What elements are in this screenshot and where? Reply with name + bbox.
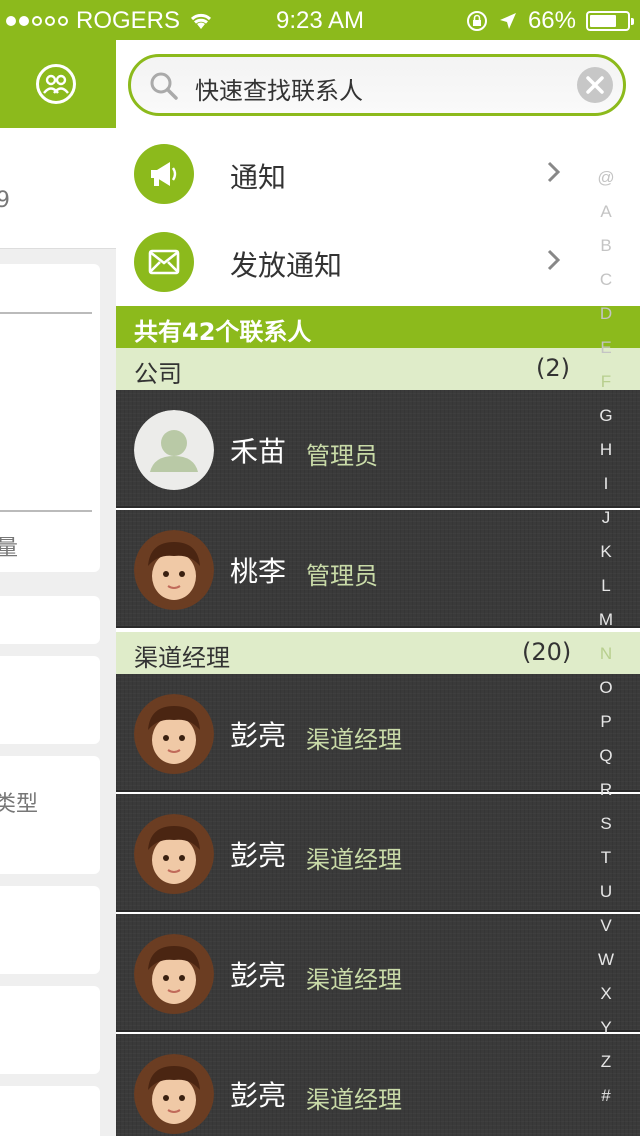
left-summary-card: 9 [0, 128, 116, 249]
battery-percent: 66% [527, 7, 576, 34]
contact-role: 渠道经理 [306, 726, 402, 754]
contacts-drawer: 快速查找联系人 通知 发放通知 共有42个联系人 公司 (2) 禾苗 管理员 桃… [116, 40, 640, 1136]
left-card [0, 656, 100, 744]
alphabet-index-letter[interactable]: K [590, 542, 622, 562]
megaphone-icon [134, 144, 194, 204]
divider [0, 510, 92, 512]
alphabet-index-letter[interactable]: J [590, 508, 622, 528]
default-avatar [134, 410, 214, 490]
alphabet-index-letter[interactable]: M [590, 610, 622, 630]
photo-avatar [134, 934, 214, 1014]
alphabet-index-letter[interactable]: F [590, 372, 622, 392]
search-icon [150, 72, 178, 100]
search-input[interactable]: 快速查找联系人 [128, 54, 626, 116]
left-text-type: 类型 [0, 792, 39, 817]
alphabet-index-letter[interactable]: B [590, 236, 622, 256]
contact-name: 桃李 [230, 555, 287, 588]
alphabet-index-letter[interactable]: X [590, 984, 622, 1004]
clear-search-icon[interactable] [577, 67, 613, 103]
alphabet-index-letter[interactable]: U [590, 882, 622, 902]
rotation-lock-icon [466, 11, 487, 31]
contact-role: 管理员 [306, 442, 378, 470]
alphabet-index-letter[interactable]: E [590, 338, 622, 358]
contact-row[interactable]: 彭亮 渠道经理 [116, 1034, 640, 1136]
divider [0, 312, 92, 314]
group-header-channel-manager[interactable]: 渠道经理 (20) [116, 632, 640, 675]
group-name: 渠道经理 [134, 644, 230, 672]
photo-avatar [134, 530, 214, 610]
alphabet-index-letter[interactable]: N [590, 644, 622, 664]
contacts-count-label: 共有42个联系人 [134, 318, 312, 346]
alphabet-index-letter[interactable]: G [590, 406, 622, 426]
contact-name: 彭亮 [230, 719, 287, 752]
alphabet-index-letter[interactable]: # [590, 1086, 622, 1106]
left-card: 类型 [0, 756, 100, 874]
contact-name: 彭亮 [230, 839, 287, 872]
left-text-quantity: 量 [0, 536, 19, 561]
group-count: (2) [536, 354, 570, 382]
contact-role: 渠道经理 [306, 1086, 402, 1114]
battery-icon [586, 11, 634, 31]
chevron-right-icon [547, 161, 561, 183]
left-text-number: 9 [0, 188, 10, 213]
photo-avatar [134, 814, 214, 894]
alphabet-index-letter[interactable]: @ [590, 168, 622, 188]
alphabet-index-letter[interactable]: O [590, 678, 622, 698]
alphabet-index-letter[interactable]: Q [590, 746, 622, 766]
group-count: (20) [522, 638, 572, 666]
alphabet-index-letter[interactable]: C [590, 270, 622, 290]
alphabet-index-letter[interactable]: H [590, 440, 622, 460]
group-name: 公司 [134, 360, 182, 388]
alphabet-index-letter[interactable]: V [590, 916, 622, 936]
alphabet-index-letter[interactable]: T [590, 848, 622, 868]
contact-row[interactable]: 彭亮 渠道经理 [116, 794, 640, 912]
contact-role: 渠道经理 [306, 846, 402, 874]
envelope-icon [134, 232, 194, 292]
contact-name: 彭亮 [230, 959, 287, 992]
contact-row[interactable]: 桃李 管理员 [116, 510, 640, 628]
left-card [0, 886, 100, 974]
alphabet-index-letter[interactable]: D [590, 304, 622, 324]
left-card [0, 596, 100, 644]
alphabet-index-letter[interactable]: Y [590, 1018, 622, 1038]
photo-avatar [134, 694, 214, 774]
contacts-count-bar: 共有42个联系人 [116, 306, 640, 348]
left-card [0, 986, 100, 1074]
alphabet-index-letter[interactable]: A [590, 202, 622, 222]
contact-row[interactable]: 禾苗 管理员 [116, 390, 640, 508]
search-area: 快速查找联系人 [116, 40, 640, 131]
chevron-right-icon [547, 249, 561, 271]
contacts-group-icon[interactable] [36, 64, 76, 104]
contact-row[interactable]: 彭亮 渠道经理 [116, 674, 640, 792]
menu-item-notifications[interactable]: 通知 [116, 130, 640, 219]
alphabet-index-letter[interactable]: I [590, 474, 622, 494]
status-bar: ROGERS 9:23 AM 66% [0, 0, 640, 40]
background-main-panel: 9 量 类型 [0, 40, 116, 1136]
menu-label: 通知 [230, 161, 287, 194]
left-card [0, 1086, 100, 1136]
location-arrow-icon [499, 13, 516, 29]
menu-label: 发放通知 [230, 249, 343, 282]
alphabet-index-letter[interactable]: P [590, 712, 622, 732]
contact-name: 禾苗 [230, 435, 287, 468]
contact-row[interactable]: 彭亮 渠道经理 [116, 914, 640, 1032]
left-header [0, 40, 116, 128]
contact-name: 彭亮 [230, 1079, 287, 1112]
status-right: 66% [466, 7, 634, 35]
alphabet-index-letter[interactable]: S [590, 814, 622, 834]
alphabet-index-letter[interactable]: R [590, 780, 622, 800]
group-header-company[interactable]: 公司 (2) [116, 348, 640, 391]
contact-role: 渠道经理 [306, 966, 402, 994]
contact-role: 管理员 [306, 562, 378, 590]
photo-avatar [134, 1054, 214, 1134]
search-placeholder: 快速查找联系人 [195, 77, 363, 105]
alphabet-index-letter[interactable]: Z [590, 1052, 622, 1072]
alphabet-index-letter[interactable]: L [590, 576, 622, 596]
menu-item-send-notification[interactable]: 发放通知 [116, 218, 640, 307]
alphabet-index-letter[interactable]: W [590, 950, 622, 970]
left-form-card: 量 [0, 264, 100, 572]
